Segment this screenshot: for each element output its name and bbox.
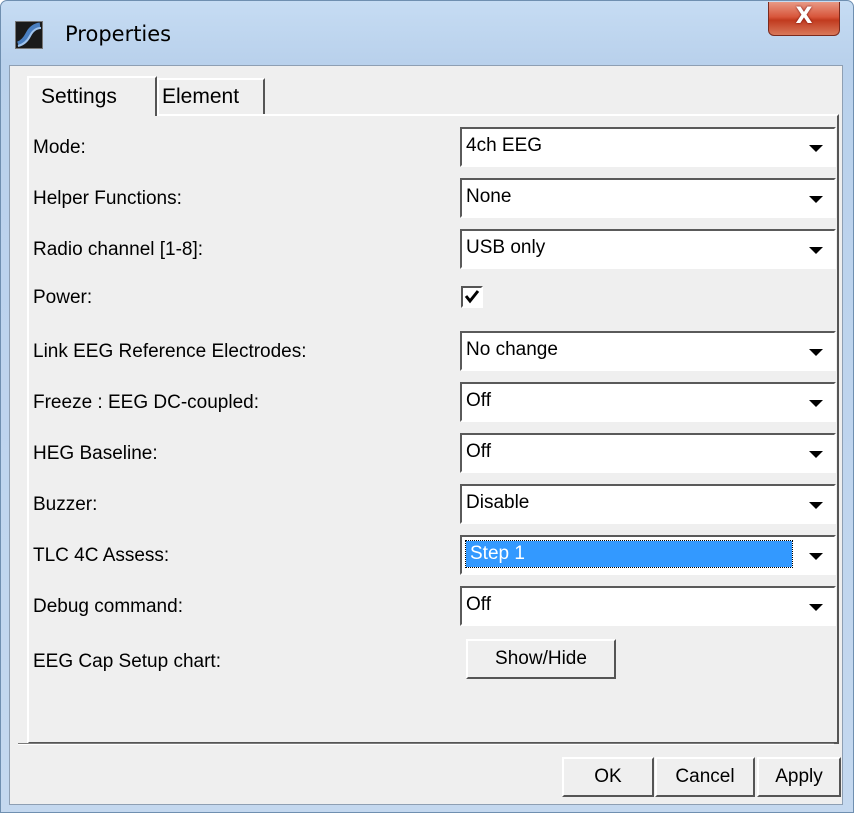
link-eeg-label: Link EEG Reference Electrodes: — [33, 341, 307, 362]
mode-dropdown[interactable]: 4ch EEG — [460, 127, 836, 167]
chevron-down-icon[interactable] — [800, 131, 832, 163]
helper-functions-value: None — [466, 186, 512, 207]
checkmark-icon — [464, 290, 480, 304]
chevron-down-icon[interactable] — [800, 488, 832, 520]
buzzer-label: Buzzer: — [33, 494, 98, 515]
app-icon — [15, 21, 43, 49]
debug-command-label: Debug command: — [33, 596, 183, 617]
tab-settings[interactable]: Settings — [27, 76, 157, 116]
window-title: Properties — [65, 22, 172, 46]
radio-channel-label: Radio channel [1-8]: — [33, 239, 204, 260]
mode-label: Mode: — [33, 137, 86, 158]
chevron-down-icon[interactable] — [800, 233, 832, 265]
freeze-label: Freeze : EEG DC-coupled: — [33, 392, 259, 413]
link-eeg-value: No change — [466, 339, 558, 360]
power-checkbox[interactable] — [461, 286, 483, 308]
buzzer-value: Disable — [466, 492, 530, 513]
tlc-assess-value: Step 1 — [465, 540, 793, 568]
heg-baseline-label: HEG Baseline: — [33, 443, 158, 464]
chevron-down-icon[interactable] — [800, 437, 832, 469]
freeze-dropdown[interactable]: Off — [460, 382, 836, 422]
mode-value: 4ch EEG — [466, 135, 543, 156]
title-bar[interactable]: Properties X — [1, 1, 853, 65]
show-hide-button[interactable]: Show/Hide — [466, 639, 616, 679]
apply-button[interactable]: Apply — [757, 757, 841, 797]
debug-command-value: Off — [466, 594, 491, 615]
helper-functions-dropdown[interactable]: None — [460, 178, 836, 218]
chevron-down-icon[interactable] — [800, 539, 832, 571]
tlc-assess-dropdown[interactable]: Step 1 — [460, 535, 836, 575]
radio-channel-value: USB only — [466, 237, 546, 258]
tab-element[interactable]: Element — [157, 78, 265, 114]
ok-button[interactable]: OK — [562, 757, 654, 797]
close-icon: X — [795, 4, 813, 29]
link-eeg-dropdown[interactable]: No change — [460, 331, 836, 371]
chevron-down-icon[interactable] — [800, 386, 832, 418]
power-label: Power: — [33, 287, 93, 308]
helper-functions-label: Helper Functions: — [33, 188, 182, 209]
buzzer-dropdown[interactable]: Disable — [460, 484, 836, 524]
heg-baseline-dropdown[interactable]: Off — [460, 433, 836, 473]
radio-channel-dropdown[interactable]: USB only — [460, 229, 836, 269]
chevron-down-icon[interactable] — [800, 335, 832, 367]
chevron-down-icon[interactable] — [800, 590, 832, 622]
freeze-value: Off — [466, 390, 491, 411]
chevron-down-icon[interactable] — [800, 182, 832, 214]
footer-divider — [18, 743, 834, 745]
eeg-cap-label: EEG Cap Setup chart: — [33, 651, 221, 672]
close-button[interactable]: X — [768, 2, 840, 36]
properties-dialog: Properties X Settings Element Mode: 4ch … — [0, 0, 854, 813]
debug-command-dropdown[interactable]: Off — [460, 586, 836, 626]
tlc-assess-label: TLC 4C Assess: — [33, 545, 170, 566]
heg-baseline-value: Off — [466, 441, 491, 462]
cancel-button[interactable]: Cancel — [655, 757, 755, 797]
